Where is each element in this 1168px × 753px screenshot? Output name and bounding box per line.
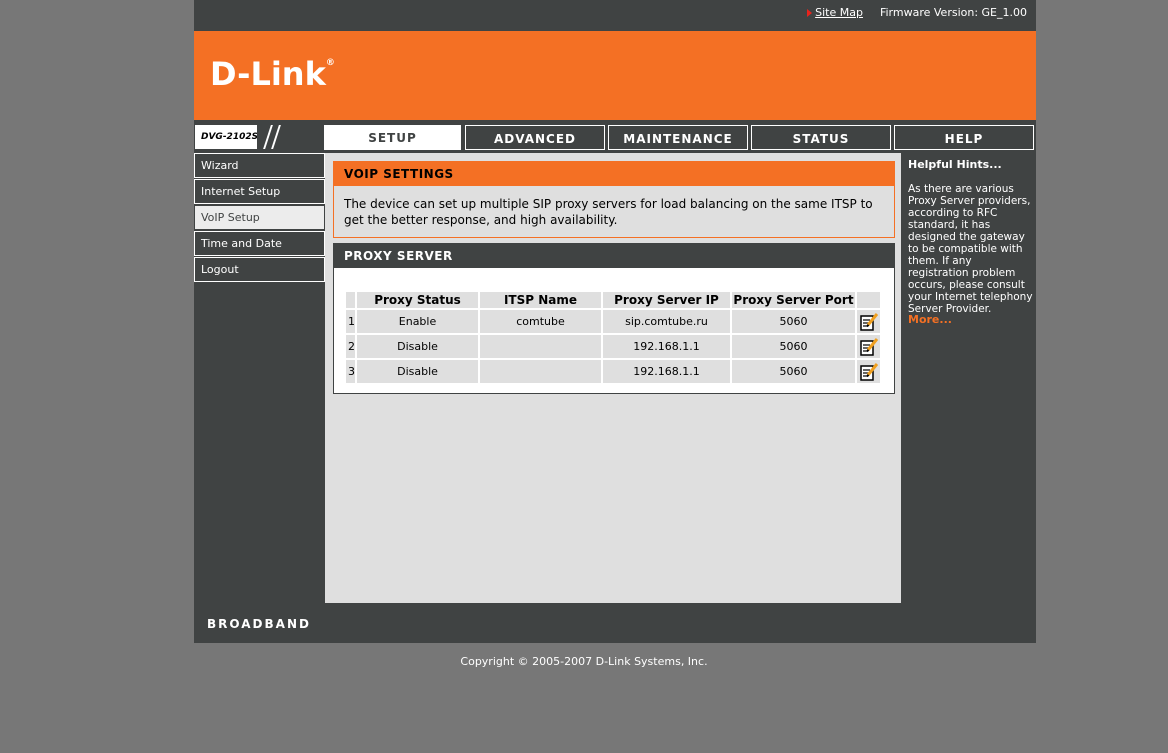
table-header-itsp-name: ITSP Name <box>480 292 601 308</box>
row-proxy-server-port: 5060 <box>732 360 855 383</box>
helpful-hints-panel: Helpful Hints... As there are various Pr… <box>903 153 1036 603</box>
row-itsp-name <box>480 360 601 383</box>
proxy-server-section: PROXY SERVER Proxy Status ITSP Name Prox… <box>333 243 895 394</box>
voip-settings-description: The device can set up multiple SIP proxy… <box>344 197 873 227</box>
dlink-logo: D-Link® <box>210 55 335 93</box>
proxy-server-table: Proxy Status ITSP Name Proxy Server IP P… <box>344 290 882 385</box>
more-link[interactable]: More... <box>908 313 952 326</box>
row-edit-cell <box>857 310 880 333</box>
proxy-server-title: PROXY SERVER <box>334 244 894 268</box>
row-proxy-server-ip: 192.168.1.1 <box>603 360 730 383</box>
copyright-text: Copyright © 2005-2007 D-Link Systems, In… <box>460 655 708 668</box>
row-proxy-status: Enable <box>357 310 478 333</box>
sidebar-item-logout[interactable]: Logout <box>194 257 325 282</box>
row-index: 3 <box>346 360 355 383</box>
row-proxy-server-ip: sip.comtube.ru <box>603 310 730 333</box>
row-index: 2 <box>346 335 355 358</box>
row-edit-cell <box>857 360 880 383</box>
row-proxy-server-port: 5060 <box>732 335 855 358</box>
tab-status[interactable]: STATUS <box>751 125 891 150</box>
top-bar: Site Map Firmware Version: GE_1.00 <box>194 0 1036 28</box>
table-header-index <box>346 292 355 308</box>
edit-icon[interactable] <box>859 337 879 357</box>
sidebar-item-wizard[interactable]: Wizard <box>194 153 325 178</box>
row-itsp-name: comtube <box>480 310 601 333</box>
tab-help[interactable]: HELP <box>894 125 1034 150</box>
broadband-label: BROADBAND <box>207 617 311 631</box>
table-header-proxy-status: Proxy Status <box>357 292 478 308</box>
main-content: VOIP SETTINGS The device can set up mult… <box>325 153 901 603</box>
model-label: DVG-2102S <box>194 124 321 150</box>
arrow-right-icon <box>807 8 813 17</box>
top-bar-links: Site Map Firmware Version: GE_1.00 <box>807 6 1027 19</box>
sidebar: Wizard Internet Setup VoIP Setup Time an… <box>194 153 325 283</box>
table-row: 1 Enable comtube sip.comtube.ru 5060 <box>346 310 880 333</box>
tab-setup[interactable]: SETUP <box>323 124 462 151</box>
row-itsp-name <box>480 335 601 358</box>
edit-icon[interactable] <box>859 362 879 382</box>
helpful-hints-title: Helpful Hints... <box>908 158 1002 171</box>
edit-icon[interactable] <box>859 312 879 332</box>
helpful-hints-body: As there are various Proxy Server provid… <box>908 183 1033 315</box>
router-frame: Site Map Firmware Version: GE_1.00 D-Lin… <box>194 0 1036 643</box>
row-index: 1 <box>346 310 355 333</box>
table-header-proxy-server-ip: Proxy Server IP <box>603 292 730 308</box>
row-proxy-status: Disable <box>357 360 478 383</box>
header-banner: D-Link® <box>194 31 1036 120</box>
table-row: 2 Disable 192.168.1.1 5060 <box>346 335 880 358</box>
row-proxy-status: Disable <box>357 335 478 358</box>
footer-bar: BROADBAND <box>194 604 1036 643</box>
firmware-version: Firmware Version: GE_1.00 <box>879 6 1027 19</box>
row-proxy-server-ip: 192.168.1.1 <box>603 335 730 358</box>
model-decoration <box>257 125 321 149</box>
table-header-row: Proxy Status ITSP Name Proxy Server IP P… <box>346 292 880 308</box>
model-name: DVG-2102S <box>201 132 259 142</box>
voip-settings-title: VOIP SETTINGS <box>334 162 894 186</box>
sidebar-item-internet-setup[interactable]: Internet Setup <box>194 179 325 204</box>
table-header-proxy-server-port: Proxy Server Port <box>732 292 855 308</box>
tab-advanced[interactable]: ADVANCED <box>465 125 605 150</box>
sidebar-item-voip-setup[interactable]: VoIP Setup <box>194 205 325 230</box>
row-edit-cell <box>857 335 880 358</box>
table-row: 3 Disable 192.168.1.1 5060 <box>346 360 880 383</box>
table-header-edit <box>857 292 880 308</box>
row-proxy-server-port: 5060 <box>732 310 855 333</box>
voip-settings-section: VOIP SETTINGS The device can set up mult… <box>333 161 895 238</box>
tab-maintenance[interactable]: MAINTENANCE <box>608 125 748 150</box>
site-map-link[interactable]: Site Map <box>815 6 863 19</box>
sidebar-item-time-and-date[interactable]: Time and Date <box>194 231 325 256</box>
